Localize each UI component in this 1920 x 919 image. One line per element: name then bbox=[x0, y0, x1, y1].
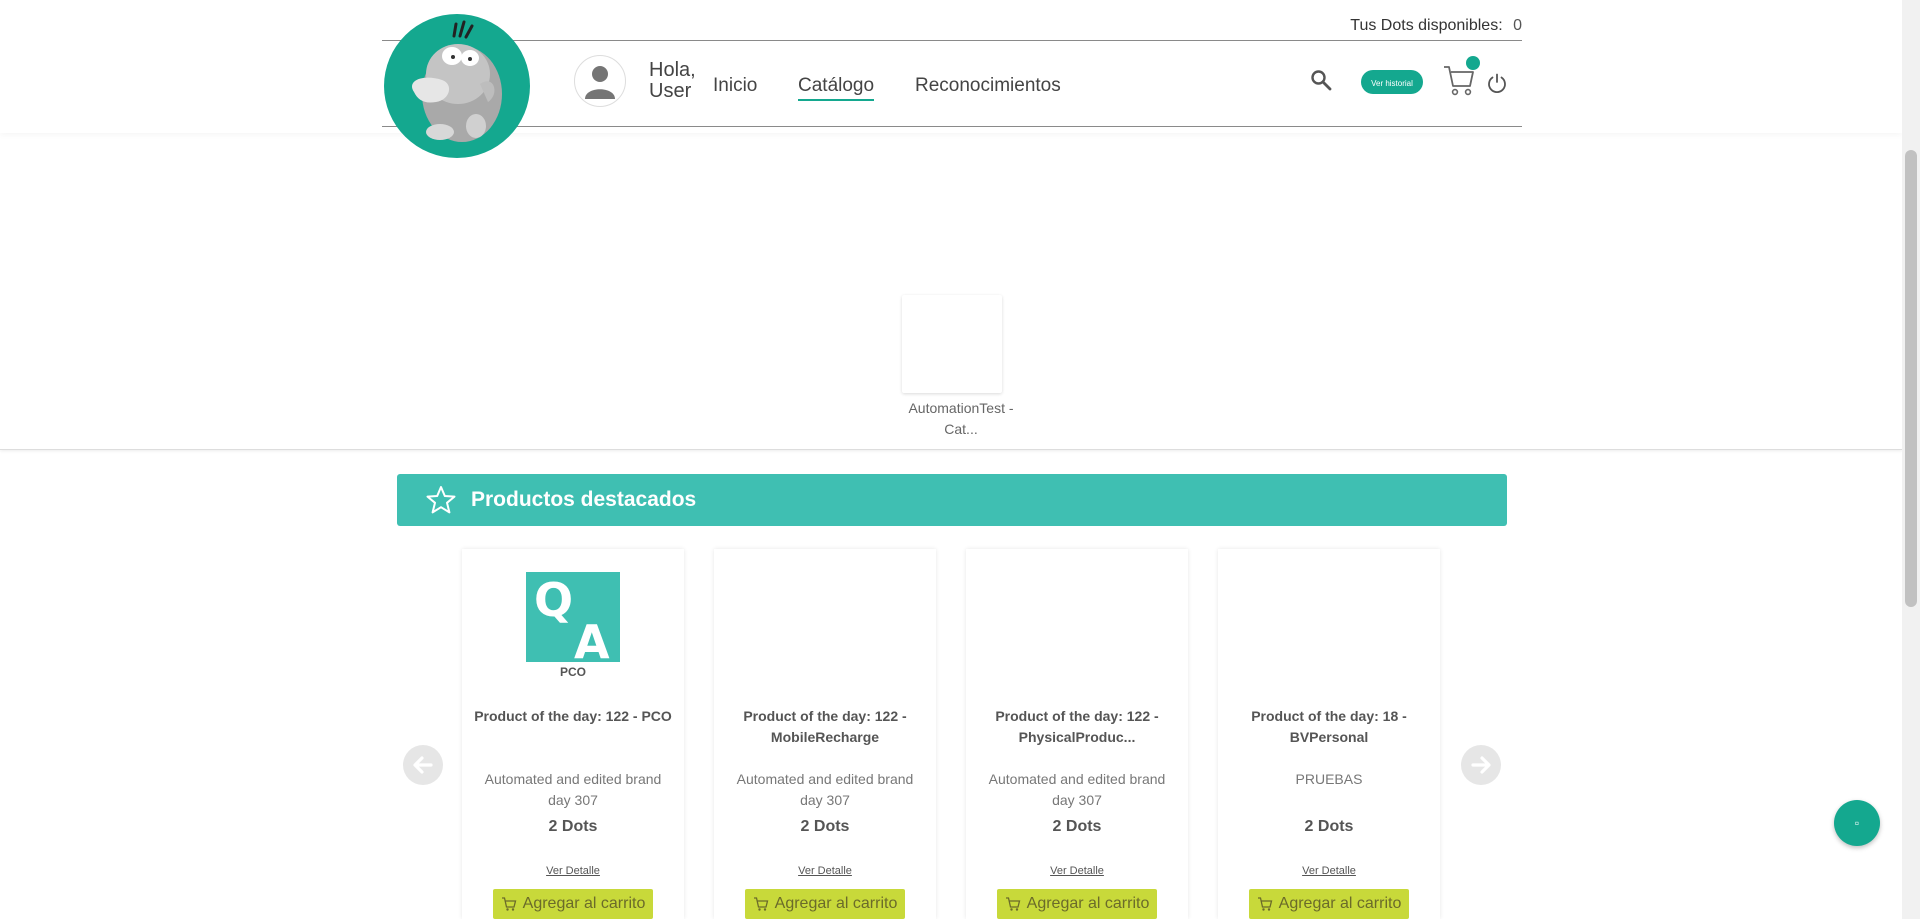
greeting-hello: Hola, bbox=[649, 59, 696, 81]
featured-title: Productos destacados bbox=[471, 488, 697, 511]
product-image-text-top: Q bbox=[534, 573, 573, 627]
view-detail-link[interactable]: Ver Detalle bbox=[966, 865, 1188, 877]
product-card: Product of the day: 122 - MobileRecharge… bbox=[714, 549, 936, 919]
nav-catalogo[interactable]: Catálogo bbox=[798, 75, 875, 101]
view-detail-link[interactable]: Ver Detalle bbox=[462, 865, 684, 877]
product-card: Product of the day: 18 - BVPersonal PRUE… bbox=[1218, 549, 1440, 919]
scrollbar-thumb[interactable] bbox=[1905, 150, 1917, 607]
product-brand: Automated and edited brand day 307 bbox=[736, 771, 914, 808]
add-to-cart-label: Agregar al carrito bbox=[774, 895, 898, 912]
nav-divider bbox=[382, 126, 1522, 127]
arrow-left-icon bbox=[413, 756, 433, 774]
cart-icon bbox=[501, 897, 516, 911]
product-title: Product of the day: 122 - PCO bbox=[474, 708, 672, 724]
history-button[interactable]: Ver historial bbox=[1361, 70, 1423, 94]
product-price: 2 Dots bbox=[548, 818, 598, 835]
category-tile[interactable] bbox=[902, 295, 1002, 393]
carousel-next-button[interactable] bbox=[1461, 745, 1501, 785]
dots-info: Tus Dots disponibles: 0 bbox=[1350, 17, 1522, 35]
star-icon bbox=[426, 486, 456, 514]
product-image-label: PCO bbox=[559, 665, 586, 679]
greeting: Hola, User bbox=[649, 60, 696, 102]
add-to-cart-button[interactable]: Agregar al carrito bbox=[745, 889, 905, 919]
carousel-prev-button[interactable] bbox=[403, 745, 443, 785]
psyduck-logo[interactable] bbox=[384, 14, 530, 158]
nav-inicio[interactable]: Inicio bbox=[713, 75, 757, 97]
add-to-cart-button[interactable]: Agregar al carrito bbox=[493, 889, 653, 919]
add-to-cart-label: Agregar al carrito bbox=[1278, 895, 1402, 912]
product-price: 2 Dots bbox=[1304, 818, 1354, 835]
featured-header: Productos destacados bbox=[397, 474, 1507, 526]
view-detail-link[interactable]: Ver Detalle bbox=[1218, 865, 1440, 877]
product-image-text-bottom: A bbox=[574, 615, 610, 662]
cart-icon bbox=[1005, 897, 1020, 911]
product-brand: PRUEBAS bbox=[1295, 771, 1363, 787]
search-icon[interactable] bbox=[1309, 68, 1333, 92]
add-to-cart-button[interactable]: Agregar al carrito bbox=[997, 889, 1157, 919]
product-title: Product of the day: 18 - BVPersonal bbox=[1251, 708, 1407, 745]
product-price: 2 Dots bbox=[800, 818, 850, 835]
product-brand: Automated and edited brand day 307 bbox=[988, 771, 1166, 808]
product-card: Product of the day: 122 - PhysicalProduc… bbox=[966, 549, 1188, 919]
top-bar: Tus Dots disponibles: 0 Hola, User Inici… bbox=[0, 0, 1902, 133]
product-title: Product of the day: 122 - MobileRecharge bbox=[743, 708, 907, 745]
add-to-cart-label: Agregar al carrito bbox=[522, 895, 646, 912]
product-image[interactable]: Q A bbox=[526, 572, 620, 669]
arrow-right-icon bbox=[1471, 756, 1491, 774]
category-section: AutomationTest - Cat... bbox=[0, 133, 1902, 450]
category-label[interactable]: AutomationTest - Cat... bbox=[906, 398, 1016, 440]
cart-icon bbox=[753, 897, 768, 911]
view-detail-link[interactable]: Ver Detalle bbox=[714, 865, 936, 877]
dots-bar: Tus Dots disponibles: 0 bbox=[382, 0, 1522, 41]
nav-reconocimientos[interactable]: Reconocimientos bbox=[915, 75, 1061, 97]
cart-badge bbox=[1466, 56, 1480, 70]
product-brand: Automated and edited brand day 307 bbox=[484, 771, 662, 808]
add-to-cart-button[interactable]: Agregar al carrito bbox=[1249, 889, 1409, 919]
scrollbar[interactable] bbox=[1902, 0, 1920, 919]
add-to-cart-label: Agregar al carrito bbox=[1026, 895, 1150, 912]
cart-icon bbox=[1257, 897, 1272, 911]
user-avatar-icon[interactable] bbox=[574, 55, 626, 107]
product-title: Product of the day: 122 - PhysicalProduc… bbox=[995, 708, 1159, 745]
greeting-user: User bbox=[649, 80, 692, 102]
power-icon[interactable] bbox=[1486, 72, 1508, 94]
dots-value: 0 bbox=[1513, 17, 1522, 34]
product-price: 2 Dots bbox=[1052, 818, 1102, 835]
chat-icon[interactable]: ▫ bbox=[1834, 800, 1880, 846]
product-card: Q A PCO Product of the day: 122 - PCO Au… bbox=[462, 549, 684, 919]
dots-label: Tus Dots disponibles: bbox=[1350, 17, 1503, 34]
